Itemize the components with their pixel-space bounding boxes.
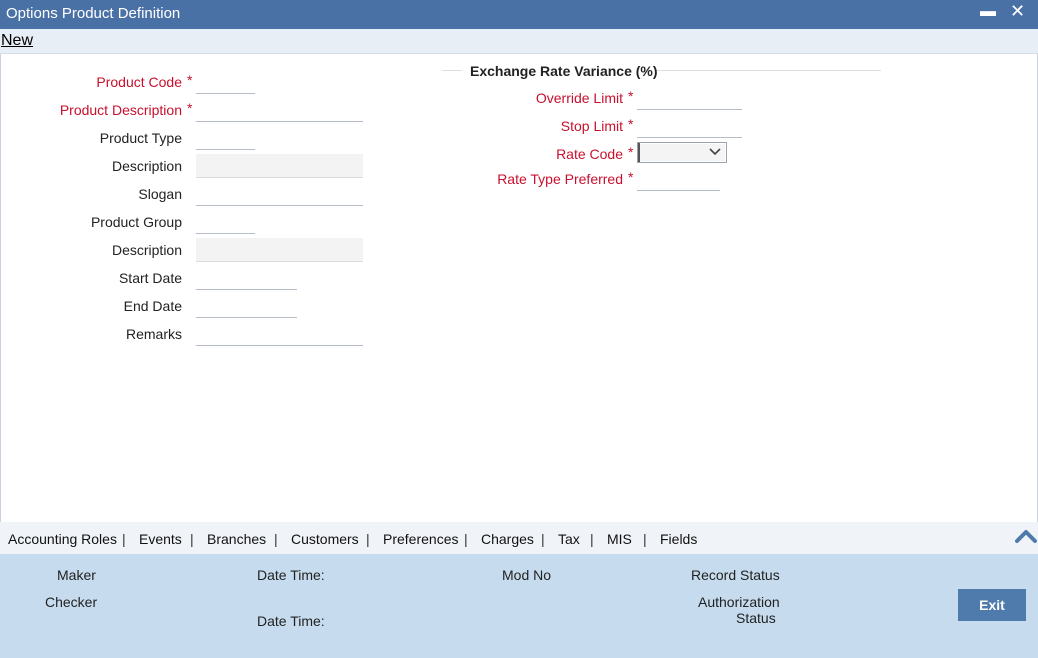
window-title: Options Product Definition bbox=[6, 5, 181, 22]
maker-date-time-label: Date Time: bbox=[257, 567, 325, 583]
rate-code-label: Rate Code bbox=[556, 146, 623, 162]
tab-separator: | bbox=[464, 531, 468, 547]
product-description-required-mark: * bbox=[187, 100, 193, 116]
tab-separator: | bbox=[643, 531, 647, 547]
stop-limit-input[interactable] bbox=[637, 114, 742, 138]
tab-tax[interactable]: Tax bbox=[558, 531, 580, 547]
new-link[interactable]: New bbox=[1, 32, 33, 50]
exit-button[interactable]: Exit bbox=[958, 589, 1026, 621]
tab-fields[interactable]: Fields bbox=[660, 531, 697, 547]
tab-branches[interactable]: Branches bbox=[207, 531, 266, 547]
product-group-input[interactable] bbox=[196, 210, 255, 234]
tab-preferences[interactable]: Preferences bbox=[383, 531, 458, 547]
product-description-label: Product Description bbox=[59, 102, 182, 118]
remarks-input[interactable] bbox=[196, 322, 363, 346]
rate-type-preferred-input[interactable] bbox=[637, 167, 720, 191]
slogan-input[interactable] bbox=[196, 182, 363, 206]
product-description-input[interactable] bbox=[196, 98, 363, 122]
minimize-icon[interactable]: ▬ bbox=[980, 3, 996, 21]
tab-customers[interactable]: Customers bbox=[291, 531, 359, 547]
exchange-rate-section-title: Exchange Rate Variance (%) bbox=[470, 63, 658, 79]
product-type-label: Product Type bbox=[99, 130, 182, 146]
tab-separator: | bbox=[541, 531, 545, 547]
tab-charges[interactable]: Charges bbox=[481, 531, 534, 547]
product-group-description-field bbox=[196, 238, 363, 262]
close-icon[interactable]: ✕ bbox=[1010, 1, 1025, 22]
checker-date-time-label: Date Time: bbox=[257, 613, 325, 629]
select-focus-edge bbox=[638, 143, 640, 162]
stop-limit-label: Stop Limit bbox=[560, 118, 623, 134]
start-date-label: Start Date bbox=[118, 270, 182, 286]
product-type-input[interactable] bbox=[196, 126, 255, 150]
chevron-down-icon bbox=[709, 144, 721, 163]
override-limit-required-mark: * bbox=[628, 88, 634, 104]
chevron-up-icon[interactable] bbox=[1014, 526, 1038, 546]
tab-separator: | bbox=[190, 531, 194, 547]
mod-no-label: Mod No bbox=[502, 567, 552, 583]
product-code-input[interactable] bbox=[196, 70, 255, 94]
end-date-label: End Date bbox=[123, 298, 182, 314]
rate-type-preferred-label: Rate Type Preferred bbox=[497, 171, 623, 187]
authorization-status-label: Status bbox=[736, 610, 776, 626]
product-code-required-mark: * bbox=[187, 72, 193, 88]
override-limit-label: Override Limit bbox=[535, 90, 623, 106]
tab-accounting-roles[interactable]: Accounting Roles bbox=[8, 531, 117, 547]
authorization-label: Authorization bbox=[698, 594, 780, 610]
checker-label: Checker bbox=[45, 594, 98, 610]
override-limit-input[interactable] bbox=[637, 86, 742, 110]
start-date-input[interactable] bbox=[196, 266, 297, 290]
product-group-description-label: Description bbox=[111, 242, 182, 258]
tab-separator: | bbox=[122, 531, 126, 547]
remarks-label: Remarks bbox=[125, 326, 182, 342]
menu-bar: New bbox=[0, 29, 1038, 54]
subscreen-tab-bar: Accounting Roles | Events | Branches | C… bbox=[0, 522, 1038, 554]
rate-code-required-mark: * bbox=[628, 144, 634, 160]
tab-separator: | bbox=[590, 531, 594, 547]
slogan-label: Slogan bbox=[138, 186, 182, 202]
tab-separator: | bbox=[274, 531, 278, 547]
audit-status-bar: Maker Checker Date Time: Date Time: Mod … bbox=[0, 554, 1038, 658]
tab-mis[interactable]: MIS bbox=[607, 531, 632, 547]
product-group-label: Product Group bbox=[90, 214, 182, 230]
form-area: Product Code * Product Description * Pro… bbox=[0, 54, 1038, 522]
maker-label: Maker bbox=[57, 567, 96, 583]
end-date-input[interactable] bbox=[196, 294, 297, 318]
section-divider-left bbox=[442, 70, 462, 71]
title-bar: Options Product Definition ▬ ✕ bbox=[0, 0, 1038, 29]
product-code-label: Product Code bbox=[96, 74, 182, 90]
record-status-label: Record Status bbox=[691, 567, 780, 583]
section-divider-right bbox=[657, 70, 881, 71]
product-type-description-field bbox=[196, 154, 363, 178]
rate-code-select[interactable] bbox=[637, 142, 727, 163]
stop-limit-required-mark: * bbox=[628, 116, 634, 132]
tab-separator: | bbox=[366, 531, 370, 547]
rate-type-preferred-required-mark: * bbox=[628, 169, 634, 185]
product-type-description-label: Description bbox=[111, 158, 182, 174]
tab-events[interactable]: Events bbox=[139, 531, 182, 547]
